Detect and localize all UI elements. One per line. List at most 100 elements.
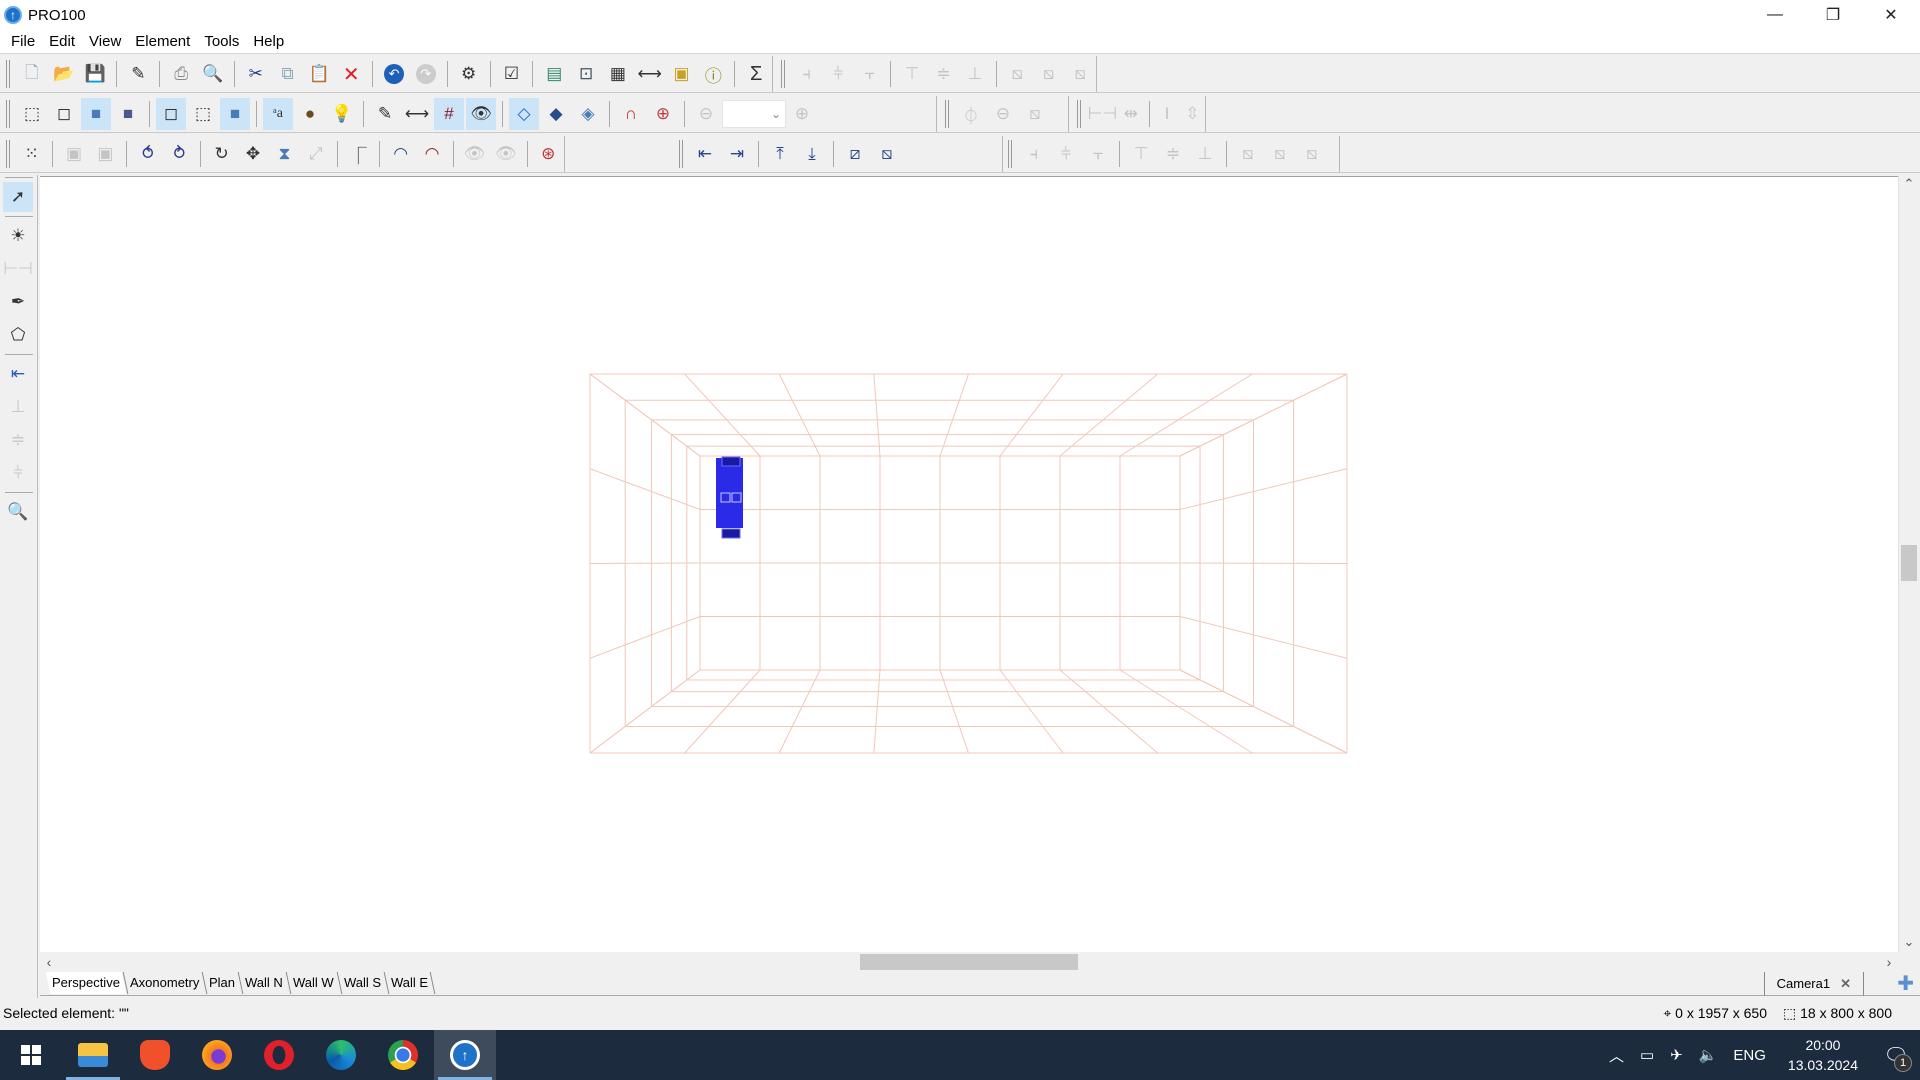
toolbar-grip[interactable] xyxy=(679,140,683,168)
print-button[interactable]: ⎙ xyxy=(166,58,196,90)
distribute-2-button[interactable]: ⧅ xyxy=(1034,58,1063,90)
save-button[interactable]: 💾 xyxy=(81,58,111,90)
pointer-tool[interactable]: ➚ xyxy=(3,182,33,212)
show-all-button[interactable]: 👁 xyxy=(460,138,489,170)
tab-wall-w[interactable]: Wall W xyxy=(285,972,341,994)
center-h-button[interactable]: ⏀ xyxy=(956,98,986,130)
horizontal-scroll-thumb[interactable] xyxy=(860,954,1078,970)
align-bottom-button[interactable]: ⊥ xyxy=(960,58,989,90)
outline-button[interactable]: ◻ xyxy=(156,98,186,130)
toolbar-grip[interactable] xyxy=(1008,140,1012,168)
solid-button[interactable]: ■ xyxy=(220,98,250,130)
rotate-right-axis-button[interactable]: ⥁ xyxy=(165,138,194,170)
spread-2-button[interactable]: ⧅ xyxy=(1265,138,1295,170)
hide-all-button[interactable]: 👁 xyxy=(491,138,520,170)
align-to-left-wall-button[interactable]: ⇤ xyxy=(690,138,720,170)
align-dock-3-tool[interactable]: ≑ xyxy=(3,425,33,455)
show-button[interactable]: ◠ xyxy=(386,138,415,170)
toolbar-grip[interactable] xyxy=(6,140,10,168)
toolbar-grip[interactable] xyxy=(6,60,10,88)
scroll-left-button[interactable]: ‹ xyxy=(40,952,58,972)
toolbar-grip[interactable] xyxy=(1077,100,1081,128)
measure-tool[interactable]: ⊢⊣ xyxy=(3,254,33,284)
align-right-button[interactable]: ⫟ xyxy=(855,58,884,90)
clock[interactable]: 20:00 13.03.2024 xyxy=(1788,1035,1858,1075)
taskbar-file-explorer[interactable] xyxy=(62,1030,124,1080)
tab-wall-e[interactable]: Wall E xyxy=(383,972,436,994)
toolbar-grip[interactable] xyxy=(5,177,33,178)
horizontal-scrollbar[interactable]: ‹ › xyxy=(40,952,1898,972)
align-left-button[interactable]: ⫞ xyxy=(792,58,821,90)
battery-icon[interactable]: ▭ xyxy=(1640,1046,1654,1064)
notifications-button[interactable]: 🗨 1 xyxy=(1872,1030,1920,1080)
dim-vertical-button[interactable]: I xyxy=(1155,98,1178,130)
selection-handle-bottom[interactable] xyxy=(721,528,741,539)
align-dock-tool[interactable]: ⇤ xyxy=(3,359,33,389)
zoom-select[interactable]: ⌄ xyxy=(722,100,786,128)
cut-button[interactable]: ✂ xyxy=(241,58,271,90)
print-preview-button[interactable]: 🔍 xyxy=(198,58,228,90)
scroll-down-button[interactable]: ⌄ xyxy=(1899,934,1919,952)
show-hidden-icons-button[interactable]: ︿ xyxy=(1609,1045,1624,1066)
minimize-button[interactable]: — xyxy=(1746,0,1804,30)
distribute-1-button[interactable]: ⧅ xyxy=(1003,58,1032,90)
move-button[interactable]: ✥ xyxy=(238,138,267,170)
menu-file[interactable]: File xyxy=(4,33,42,50)
textured-button[interactable]: ■ xyxy=(113,98,143,130)
menu-element[interactable]: Element xyxy=(128,33,197,50)
taskbar-pro100[interactable]: ↑ xyxy=(434,1030,496,1080)
taskbar-firefox[interactable] xyxy=(186,1030,248,1080)
close-button[interactable]: ✕ xyxy=(1862,0,1920,30)
menu-tools[interactable]: Tools xyxy=(197,33,246,50)
menu-help[interactable]: Help xyxy=(246,33,291,50)
labels-button[interactable]: ᵃa xyxy=(263,98,293,130)
selection-handle-center-left[interactable] xyxy=(720,492,731,503)
align-left-edge-button[interactable]: ⫞ xyxy=(1019,138,1049,170)
place-on-wall-button[interactable]: ⧄ xyxy=(840,138,870,170)
rotate-left-axis-button[interactable]: ⥀ xyxy=(133,138,162,170)
tab-wall-s[interactable]: Wall S xyxy=(336,972,388,994)
hidden-lines-button[interactable]: ◻ xyxy=(49,98,79,130)
center-all-button[interactable]: ⧅ xyxy=(1020,98,1050,130)
dim-horizontal-button[interactable]: ⊢⊣ xyxy=(1088,98,1118,130)
ungroup-button[interactable]: ▣ xyxy=(91,138,120,170)
lights-button[interactable]: 💡 xyxy=(327,98,357,130)
align-top-button[interactable]: ⊤ xyxy=(897,58,926,90)
toolbar-grip[interactable] xyxy=(945,100,949,128)
vertical-scrollbar[interactable]: ⌃ ⌄ xyxy=(1898,176,1918,952)
menu-view[interactable]: View xyxy=(82,33,128,50)
open-button[interactable]: 📂 xyxy=(49,58,79,90)
menu-edit[interactable]: Edit xyxy=(42,33,82,50)
tab-plan[interactable]: Plan xyxy=(201,972,242,994)
airplane-mode-icon[interactable]: ✈ xyxy=(1670,1046,1683,1064)
language-indicator[interactable]: ENG xyxy=(1733,1047,1766,1064)
camera-tab[interactable]: Camera1 ✕ xyxy=(1763,972,1864,996)
structure-button[interactable]: ▦ xyxy=(603,58,633,90)
align-bottom-edge-button[interactable]: ⊥ xyxy=(1190,138,1220,170)
redo-button[interactable]: ↷ xyxy=(411,58,441,90)
texture-brush-button[interactable]: ✎ xyxy=(370,98,400,130)
properties-button[interactable]: ✎ xyxy=(123,58,153,90)
align-middle-button[interactable]: ≑ xyxy=(929,58,958,90)
tab-wall-n[interactable]: Wall N xyxy=(237,972,290,994)
paste-button[interactable]: 📋 xyxy=(304,58,334,90)
sum-button[interactable]: Σ xyxy=(741,58,771,90)
tab-perspective[interactable]: Perspective xyxy=(45,972,127,994)
spread-1-button[interactable]: ⧅ xyxy=(1233,138,1263,170)
scroll-up-button[interactable]: ⌃ xyxy=(1899,176,1919,194)
align-center-button[interactable]: ⫩ xyxy=(823,58,852,90)
delete-button[interactable]: ✕ xyxy=(336,58,366,90)
eye-button[interactable]: 👁 xyxy=(466,98,496,130)
zoom-tool[interactable]: 🔍 xyxy=(3,497,33,527)
select-all-button[interactable]: ⁙ xyxy=(17,138,46,170)
spread-3-button[interactable]: ⧅ xyxy=(1297,138,1327,170)
profile-button[interactable]: ⎾ xyxy=(344,138,373,170)
close-camera-icon[interactable]: ✕ xyxy=(1840,972,1851,996)
checklist-button[interactable]: ☑ xyxy=(497,58,527,90)
zoom-in-button[interactable]: ⊕ xyxy=(787,98,817,130)
target-button[interactable]: ⊕ xyxy=(648,98,678,130)
mirror-button[interactable]: ⧗ xyxy=(270,138,299,170)
find-button[interactable]: ⊡ xyxy=(571,58,601,90)
snap-axis-button[interactable]: ◈ xyxy=(573,98,603,130)
light-button[interactable]: ▣ xyxy=(667,58,697,90)
